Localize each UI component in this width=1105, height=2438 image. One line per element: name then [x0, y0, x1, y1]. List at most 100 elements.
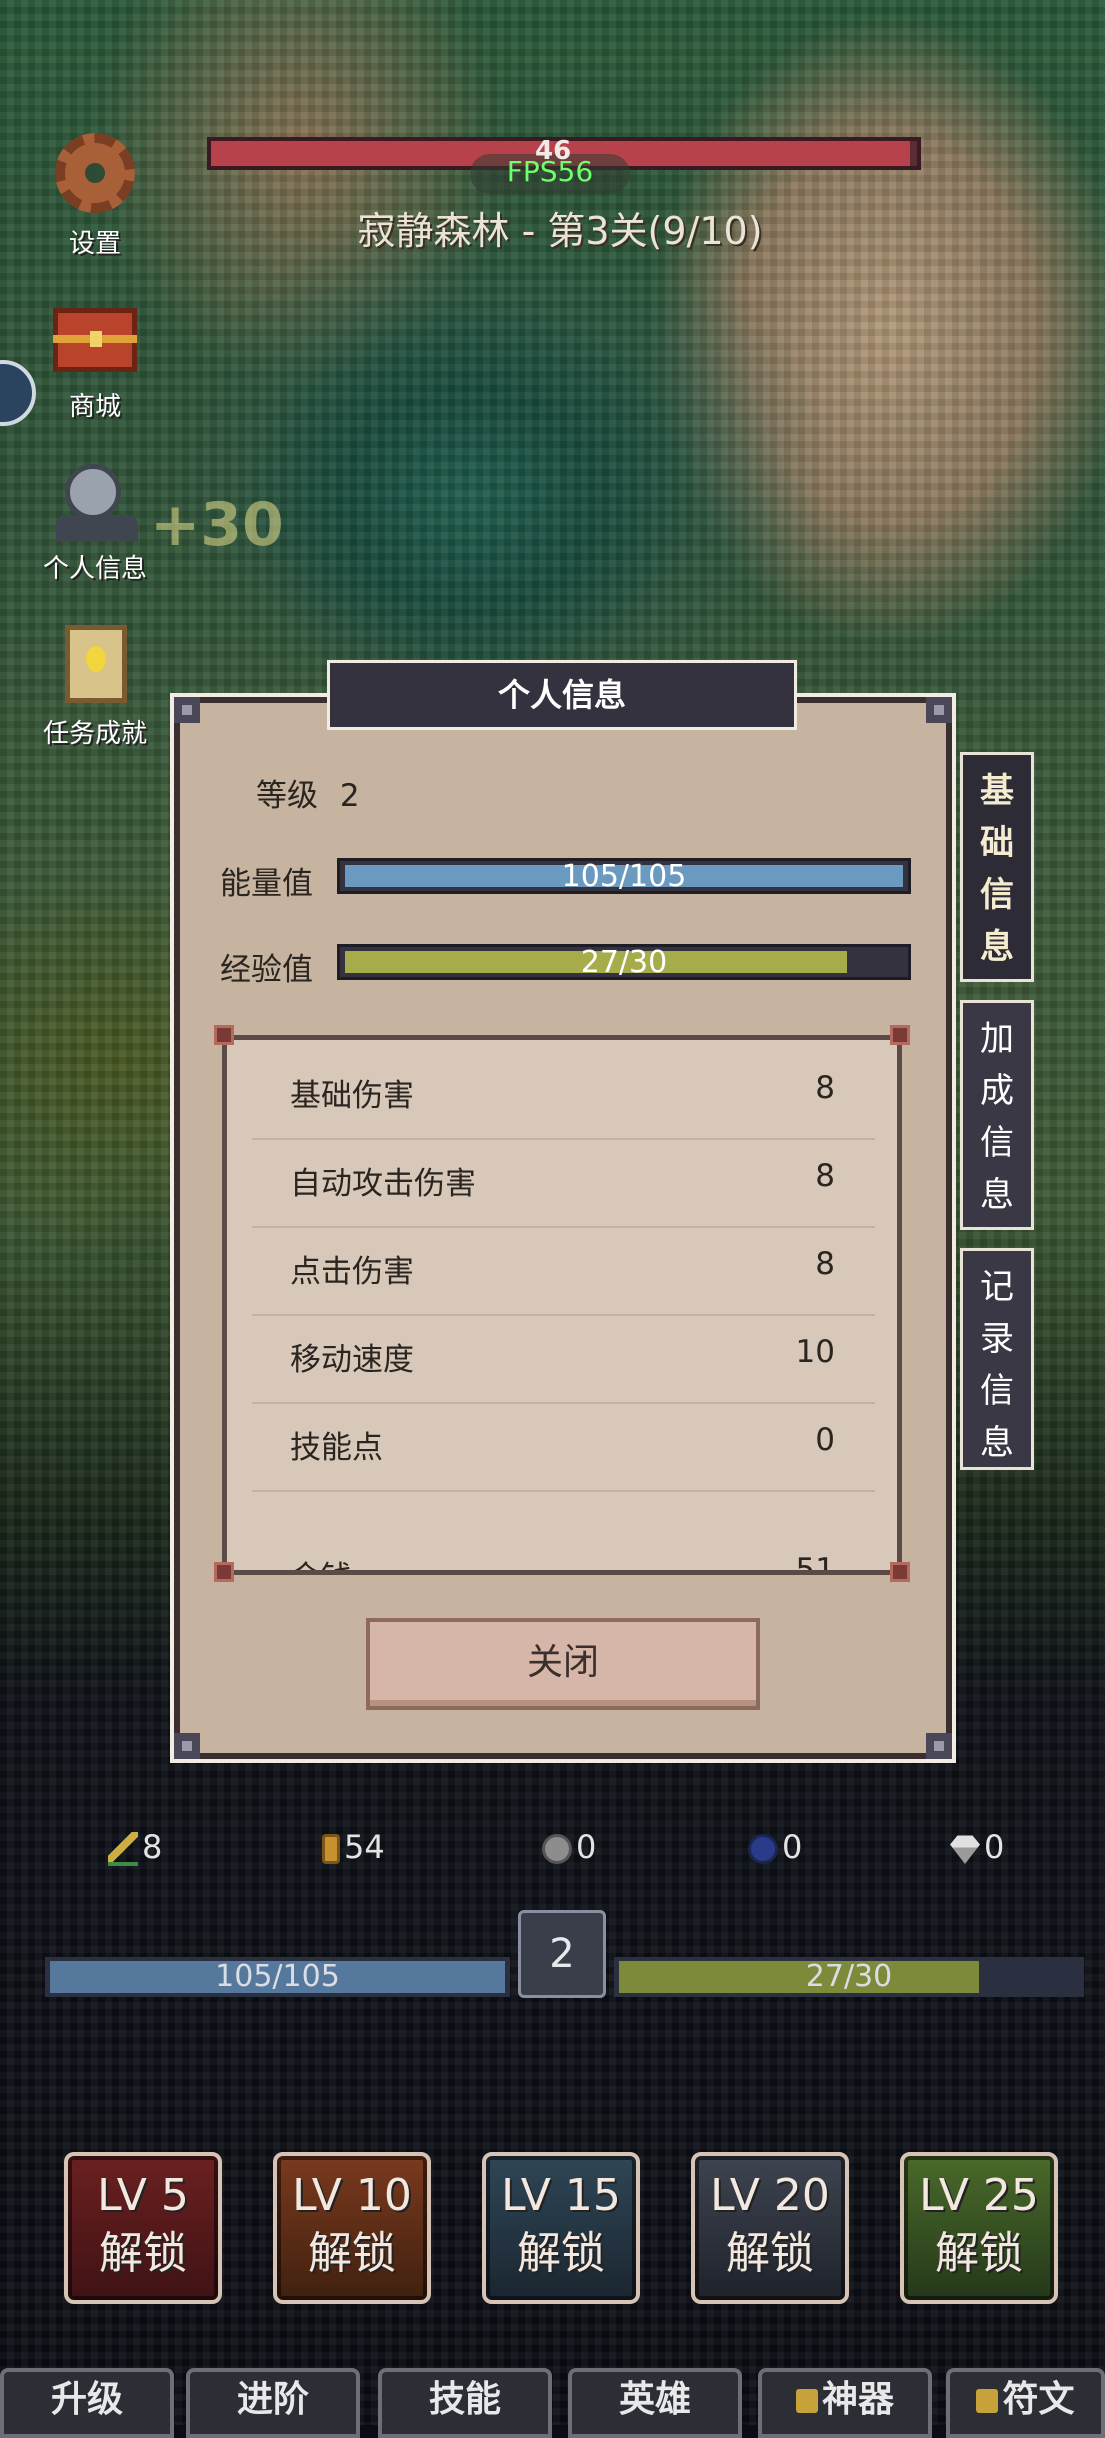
profile-label: 个人信息 [42, 554, 147, 584]
nav-tab-upgrade[interactable]: 升级 [0, 2368, 174, 2438]
knight-helmet-icon [47, 450, 143, 546]
unlock-label: 解锁 [99, 2228, 187, 2279]
tab-basic-info[interactable]: 基础信息 [960, 752, 1034, 982]
resource-orb: 0 [748, 1828, 802, 1866]
stat-name: 移动速度 [290, 1342, 414, 1378]
stat-value: 8 [815, 1158, 835, 1194]
energy-label: 能量值 [220, 866, 313, 902]
resource-value: 0 [782, 1828, 803, 1866]
ore-icon [542, 1834, 572, 1864]
tab-record-info-label: 记录信息 [980, 1267, 1014, 1463]
nav-tab-skills[interactable]: 技能 [378, 2368, 552, 2438]
gear-icon [47, 125, 143, 221]
nav-tab-label: 神器 [821, 2379, 894, 2420]
exp-label: 经验值 [220, 952, 313, 988]
stat-value: 8 [815, 1246, 835, 1282]
modal-corner [926, 697, 952, 723]
stat-row: 点击伤害 8 [252, 1226, 875, 1316]
nav-tab-label: 进阶 [236, 2379, 309, 2420]
shop-label: 商城 [68, 392, 121, 422]
stat-value: 51 [795, 1552, 835, 1570]
unlock-level: LV 10 [292, 2170, 412, 2221]
resource-value: 0 [576, 1828, 597, 1866]
stats-scroll-area[interactable]: 基础伤害 8 自动攻击伤害 8 点击伤害 8 移动速度 10 技能点 0 金钱 … [227, 1040, 897, 1570]
tab-bonus-info-label: 加成信息 [980, 1019, 1014, 1215]
level-row: 等级 2 [256, 770, 360, 815]
nav-tab-runes[interactable]: 符文 [946, 2368, 1105, 2438]
stat-name: 自动攻击伤害 [290, 1166, 476, 1202]
stage-title: 寂静森林 - 第3关(9/10) [357, 209, 763, 253]
shop-button[interactable]: 商城 [20, 288, 170, 423]
resource-ore: 0 [542, 1828, 596, 1866]
panel-stud [890, 1562, 910, 1582]
stat-name: 技能点 [290, 1430, 383, 1466]
energy-bar-text: 105/105 [561, 859, 687, 894]
energy-bar: 105/105 [337, 858, 911, 894]
stat-name: 金钱 [290, 1552, 352, 1570]
gold-coin-icon [322, 1834, 340, 1864]
stat-row: 技能点 0 [252, 1402, 875, 1492]
nav-tab-label: 符文 [1002, 2379, 1075, 2420]
nav-tab-label: 升级 [50, 2379, 123, 2420]
exp-bar: 27/30 [337, 944, 911, 980]
panel-stud [890, 1025, 910, 1045]
lock-icon [976, 2389, 999, 2413]
modal-corner [926, 1733, 952, 1759]
stat-row: 自动攻击伤害 8 [252, 1138, 875, 1228]
quests-label: 任务成就 [42, 719, 147, 749]
stat-row: 金钱 51 [252, 1532, 875, 1570]
settings-label: 设置 [68, 229, 121, 259]
stat-row: 基础伤害 8 [252, 1050, 875, 1140]
unlock-label: 解锁 [517, 2228, 605, 2279]
resource-value: 0 [984, 1828, 1005, 1866]
tab-record-info[interactable]: 记录信息 [960, 1248, 1034, 1470]
unlock-level: LV 5 [97, 2170, 189, 2221]
modal-corner [174, 1733, 200, 1759]
blue-orb-icon [748, 1834, 778, 1864]
close-button[interactable]: 关闭 [366, 1618, 760, 1710]
tab-bonus-info[interactable]: 加成信息 [960, 1000, 1034, 1230]
unlock-label: 解锁 [935, 2228, 1023, 2279]
nav-tab-heroes[interactable]: 英雄 [568, 2368, 742, 2438]
panel-stud [214, 1562, 234, 1582]
modal-title: 个人信息 [327, 660, 797, 730]
nav-tab-label: 英雄 [618, 2379, 691, 2420]
resource-gold: 54 [322, 1828, 385, 1866]
panel-stud [214, 1025, 234, 1045]
stat-name: 基础伤害 [290, 1078, 414, 1114]
resource-sword: 8 [108, 1828, 162, 1866]
unlock-slot-lv15[interactable]: LV 15 解锁 [482, 2152, 640, 2304]
player-exp-text: 27/30 [805, 1959, 893, 1994]
unlock-level: LV 20 [710, 2170, 830, 2221]
player-level-badge: 2 [518, 1910, 606, 1998]
unlock-slot-lv5[interactable]: LV 5 解锁 [64, 2152, 222, 2304]
unlock-slot-lv20[interactable]: LV 20 解锁 [691, 2152, 849, 2304]
exp-bar-text: 27/30 [580, 945, 668, 980]
profile-button[interactable]: 个人信息 [20, 450, 170, 585]
nav-tab-label: 技能 [428, 2379, 501, 2420]
nav-tab-advance[interactable]: 进阶 [186, 2368, 360, 2438]
player-exp-bar: 27/30 [614, 1957, 1084, 1997]
stat-row: 移动速度 10 [252, 1314, 875, 1404]
lock-icon [795, 2389, 818, 2413]
scroll-icon [47, 615, 143, 711]
quests-button[interactable]: 任务成就 [20, 615, 170, 750]
level-value: 2 [339, 778, 360, 814]
modal-corner [174, 697, 200, 723]
sword-icon [108, 1832, 138, 1866]
unlock-label: 解锁 [308, 2228, 396, 2279]
resource-value: 8 [142, 1828, 163, 1866]
floating-gain-text: +30 [150, 490, 284, 560]
unlock-level: LV 25 [919, 2170, 1039, 2221]
stat-value: 10 [795, 1334, 835, 1370]
stats-panel[interactable]: 基础伤害 8 自动攻击伤害 8 点击伤害 8 移动速度 10 技能点 0 金钱 … [222, 1035, 902, 1575]
level-label: 等级 [256, 778, 318, 814]
settings-button[interactable]: 设置 [20, 125, 170, 260]
tab-basic-info-label: 基础信息 [980, 771, 1014, 967]
chest-icon [47, 288, 143, 384]
unlock-level: LV 15 [501, 2170, 621, 2221]
unlock-slot-lv10[interactable]: LV 10 解锁 [273, 2152, 431, 2304]
nav-tab-artifacts[interactable]: 神器 [758, 2368, 932, 2438]
unlock-slot-lv25[interactable]: LV 25 解锁 [900, 2152, 1058, 2304]
fps-counter: FPS56 [506, 155, 594, 188]
